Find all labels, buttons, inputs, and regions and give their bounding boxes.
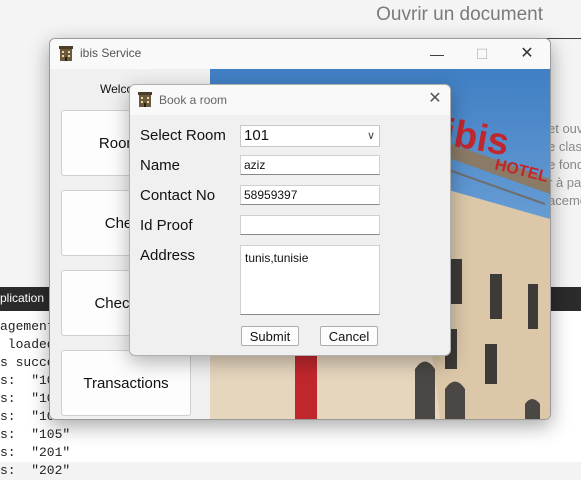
transactions-button[interactable]: Transactions — [61, 350, 191, 416]
address-label: Address — [140, 247, 196, 264]
dialog-title: Book a room — [159, 93, 228, 107]
submit-button[interactable]: Submit — [241, 326, 299, 346]
id-proof-field[interactable] — [240, 215, 380, 235]
dialog-titlebar[interactable]: Book a room ✕ — [130, 85, 450, 115]
main-titlebar[interactable]: ibis Service — ☐ ✕ — [50, 39, 550, 69]
name-label: Name — [140, 157, 181, 174]
select-room-label: Select Room — [140, 127, 226, 144]
background-document-text: et ouv e clas e fond r à pa acemer — [548, 121, 581, 208]
close-icon[interactable]: ✕ — [516, 43, 538, 65]
app-hotel-icon — [138, 92, 152, 107]
address-field[interactable]: tunis,tunisie — [240, 245, 380, 315]
app-hotel-icon — [59, 46, 73, 61]
main-window-title: ibis Service — [80, 46, 142, 60]
chevron-down-icon: ∨ — [366, 130, 375, 142]
room-select[interactable]: 101 ∨ — [240, 125, 380, 147]
contact-label: Contact No — [140, 187, 216, 204]
close-icon[interactable]: ✕ — [424, 88, 446, 110]
book-room-dialog: Book a room ✕ Select Room Name Contact N… — [129, 84, 451, 356]
contact-field[interactable]: 58959397 — [240, 185, 380, 205]
name-field[interactable]: aziz — [240, 155, 380, 175]
console-tab-label[interactable]: plication — [0, 291, 44, 305]
room-select-value: 101 — [244, 127, 270, 144]
background-document-title: Ouvrir un document — [376, 4, 543, 25]
cancel-button[interactable]: Cancel — [320, 326, 378, 346]
id-proof-label: Id Proof — [140, 217, 193, 234]
maximize-icon[interactable]: ☐ — [471, 43, 493, 65]
minimize-icon[interactable]: — — [426, 43, 448, 65]
